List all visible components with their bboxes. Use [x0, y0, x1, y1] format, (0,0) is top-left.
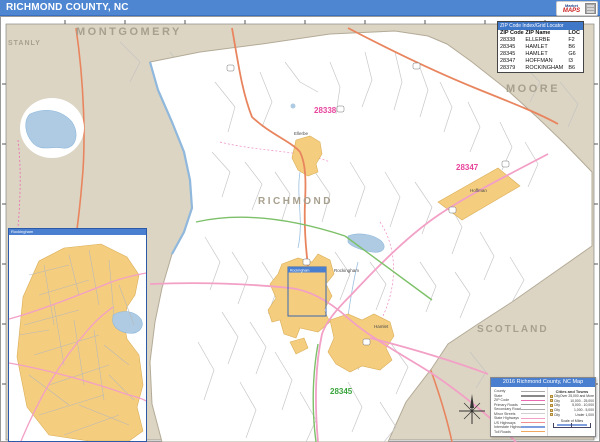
city-swatch-icon [550, 413, 553, 416]
city-label-rockingham: Rockingham [334, 268, 359, 273]
city-class-range: Under 1,000 [575, 413, 594, 417]
zip-loc-cell: I3 [568, 58, 581, 65]
legend-item-label: US Highways [494, 421, 521, 425]
city-class-row: CityOver 25,000 and More [550, 394, 594, 399]
toll-roads-sample [521, 431, 545, 432]
inset-map: Rockingham [8, 228, 147, 442]
city-swatch-icon [550, 409, 553, 412]
zip-loc-cell: B6 [568, 44, 581, 51]
county-line-sample [521, 391, 545, 392]
zip-name-cell: ELLERBE [525, 37, 568, 44]
city-class-label: City [550, 403, 560, 407]
legend-item-label: Minor Streets [494, 412, 521, 416]
interstate-sample [521, 426, 545, 428]
logo-text: Market MAPS [558, 4, 585, 14]
zip-name-cell: HAMLET [525, 44, 568, 51]
zip-index-table: ZIP Code Index/Grid Locator ZIP Code ZIP… [497, 21, 584, 73]
primary-roads-sample [521, 404, 545, 405]
city-class-label: City [550, 408, 560, 412]
city-swatch-icon [550, 395, 553, 398]
secondary-roads-sample [521, 409, 545, 410]
zip-table-row: 28338 ELLERBE F2 [498, 37, 583, 44]
legend-item-label: Secondary Roads [494, 407, 521, 411]
zip-loc-cell: B6 [568, 65, 581, 72]
legend-item-label: Primary Roads [494, 403, 521, 407]
col-zip-name: ZIP Name [525, 30, 568, 37]
city-class-label: City [550, 413, 560, 417]
city-class-label: City [550, 394, 560, 398]
neighbor-county-label-moore: MOORE [506, 83, 560, 95]
city-class-row: City 10,000 - 25,000 [550, 399, 594, 404]
small-pond [291, 104, 296, 109]
legend-body: County State ZIP Code Primary Roads Seco… [491, 387, 595, 436]
zip-code-cell: 28345 [500, 51, 525, 58]
map-page: RICHMOND COUNTY, NC Market MAPS [0, 0, 600, 442]
zip-table-row: 28345 HAMLET B6 [498, 44, 583, 51]
zip-loc-cell: G6 [568, 51, 581, 58]
marketmaps-logo: Market MAPS [556, 1, 598, 16]
neighbor-county-label-montgomery: MONTGOMERY [76, 26, 182, 38]
legend-item-label: County [494, 389, 521, 393]
zip-table-row: 28347 HOFFMAN I3 [498, 58, 583, 65]
inset-canvas [9, 235, 146, 441]
scale-label: Scale of Miles [550, 419, 594, 423]
zip-loc-cell: F2 [568, 37, 581, 44]
city-class-range: 5,000 - 10,000 [572, 403, 594, 407]
col-zip-code: ZIP Code [500, 30, 525, 37]
legend-item-label: ZIP Code [494, 398, 521, 402]
zip-code-cell: 28347 [500, 58, 525, 65]
cities-and-towns-header: Cities and Towns [550, 389, 594, 394]
county-label-richmond: RICHMOND [258, 196, 333, 207]
minor-streets-sample [521, 413, 545, 414]
state-line-sample [521, 395, 545, 397]
legend-title: 2016 Richmond County, NC Map [491, 378, 595, 387]
zip-table-column-row: ZIP Code ZIP Name LOC [498, 30, 583, 37]
zip-code-label-hoffman: 28347 [456, 163, 479, 172]
zip-code-cell: 28345 [500, 44, 525, 51]
city-class-label: City [550, 399, 560, 403]
zip-code-label-hamlet: 28345 [330, 387, 353, 396]
logo-badge-icon [585, 3, 596, 14]
zip-table-row: 28379 ROCKINGHAM B6 [498, 65, 583, 72]
zip-code-cell: 28379 [500, 65, 525, 72]
city-class-row: City 5,000 - 10,000 [550, 403, 594, 408]
hamlet-urban-area [328, 314, 394, 372]
neighbor-county-label-scotland: SCOTLAND [477, 324, 549, 335]
city-label-ellerbe: Ellerbe [294, 131, 309, 136]
scale-bar [553, 424, 591, 428]
extent-label: Rockingham [290, 269, 310, 273]
zip-table-header: ZIP Code Index/Grid Locator [498, 22, 583, 30]
us-highways-sample [521, 422, 545, 423]
scale-of-miles: Scale of Miles [550, 419, 594, 428]
city-class-range: Over 25,000 and More [560, 394, 594, 398]
city-label-hoffman: Hoffman [470, 188, 487, 193]
title-bar: RICHMOND COUNTY, NC Market MAPS [0, 0, 600, 16]
map-legend: 2016 Richmond County, NC Map County Stat… [490, 377, 596, 437]
zip-code-cell: 28338 [500, 37, 525, 44]
zip-table-row: 28345 HAMLET G6 [498, 51, 583, 58]
city-class-range: 10,000 - 25,000 [570, 399, 594, 403]
logo-maps-text: MAPS [558, 8, 585, 14]
city-label-hamlet: Hamlet [374, 324, 389, 329]
zip-name-cell: ROCKINGHAM [525, 65, 568, 72]
neighbor-county-label-stanly: STANLY [8, 40, 41, 47]
city-class-range: 1,000 - 5,000 [574, 408, 594, 412]
legend-cities-column: Cities and Towns CityOver 25,000 and Mor… [548, 387, 596, 436]
zip-name-cell: HAMLET [525, 51, 568, 58]
legend-item-label: State [494, 394, 521, 398]
col-loc: LOC [568, 30, 581, 37]
city-class-row: City Under 1,000 [550, 412, 594, 417]
zip-code-label-ellerbe: 28338 [314, 106, 337, 115]
legend-item-label: Toll Roads [494, 430, 521, 434]
zip-name-cell: HOFFMAN [525, 58, 568, 65]
zip-line-sample [521, 400, 545, 401]
state-highways-sample [521, 418, 545, 419]
page-title: RICHMOND COUNTY, NC [6, 0, 129, 16]
city-swatch-icon [550, 399, 553, 402]
legend-item-label: Interstate Highways [494, 425, 521, 429]
legend-line-items: County State ZIP Code Primary Roads Seco… [491, 387, 548, 436]
city-swatch-icon [550, 404, 553, 407]
legend-item-label: State Highways [494, 416, 521, 420]
legend-line-item: Toll Roads [494, 430, 545, 435]
